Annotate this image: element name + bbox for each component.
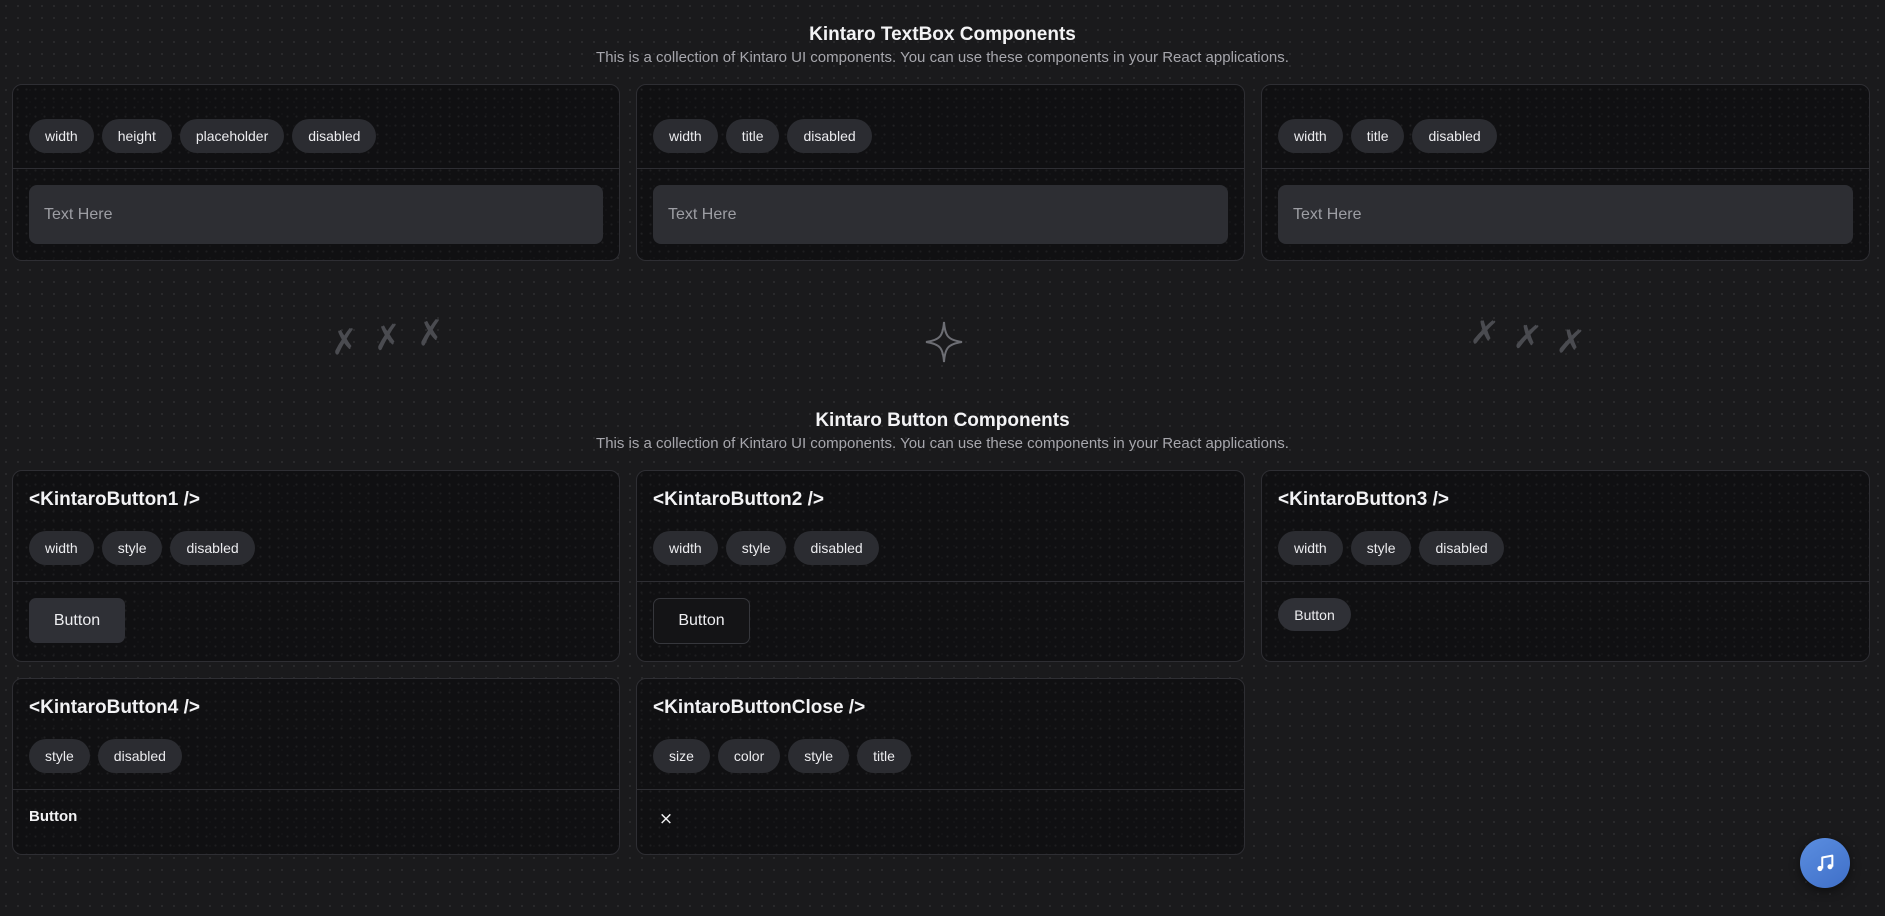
textbox-card-2: width title disabled — [636, 84, 1245, 261]
prop-chip-width[interactable]: width — [1278, 119, 1343, 153]
prop-chips: width style disabled — [29, 531, 255, 565]
prop-chip-style[interactable]: style — [1350, 531, 1412, 565]
prop-chip-style[interactable]: style — [101, 531, 163, 565]
card-preview-area — [13, 169, 619, 260]
textbox-card-3: width title disabled — [1261, 84, 1870, 261]
music-note-icon — [1817, 854, 1834, 872]
sparkle-star-icon — [925, 321, 963, 363]
kintaro-close-button[interactable]: × — [657, 810, 675, 828]
kintaro-button-2[interactable]: Button — [653, 598, 750, 644]
prop-chips: width height placeholder disabled — [29, 119, 377, 153]
prop-chip-placeholder[interactable]: placeholder — [179, 119, 285, 153]
prop-chips: width title disabled — [653, 119, 872, 153]
button-card-4: <KintaroButton4 /> style disabled Button — [12, 678, 620, 855]
prop-chip-disabled[interactable]: disabled — [170, 531, 255, 565]
prop-chip-disabled[interactable]: disabled — [787, 119, 872, 153]
kintaro-button-4[interactable]: Button — [29, 808, 77, 825]
prop-chip-width[interactable]: width — [653, 531, 718, 565]
prop-chips: width style disabled — [653, 531, 879, 565]
button-card-3: <KintaroButton3 /> width style disabled … — [1261, 470, 1870, 662]
section-divider: ✗ ✗ ✗ ✗ ✗ ✗ — [0, 310, 1885, 370]
kintaro-button-3[interactable]: Button — [1278, 598, 1351, 631]
prop-chip-disabled[interactable]: disabled — [97, 739, 182, 773]
button-section-subtitle: This is a collection of Kintaro UI compo… — [596, 435, 1289, 452]
card-preview-area — [1262, 169, 1869, 260]
prop-chip-style[interactable]: style — [29, 739, 90, 773]
prop-chip-width[interactable]: width — [29, 531, 94, 565]
prop-chip-color[interactable]: color — [717, 739, 781, 773]
component-name: <KintaroButton3 /> — [1278, 489, 1450, 510]
prop-chips: style disabled — [29, 739, 182, 773]
prop-chip-disabled[interactable]: disabled — [1412, 119, 1497, 153]
prop-chip-width[interactable]: width — [29, 119, 94, 153]
music-button[interactable] — [1800, 838, 1850, 888]
button-card-close: <KintaroButtonClose /> size color style … — [636, 678, 1245, 855]
prop-chip-style[interactable]: style — [725, 531, 787, 565]
prop-chip-disabled[interactable]: disabled — [292, 119, 377, 153]
button-section-title: Kintaro Button Components — [815, 410, 1070, 431]
card-preview-area: Button — [637, 582, 1244, 661]
component-name: <KintaroButton4 /> — [29, 697, 201, 718]
button-card-1: <KintaroButton1 /> width style disabled … — [12, 470, 620, 662]
textbox-card-1: width height placeholder disabled — [12, 84, 620, 261]
prop-chip-disabled[interactable]: disabled — [1419, 531, 1504, 565]
card-props-area: <KintaroButton4 /> style disabled — [13, 679, 619, 790]
card-preview-area: Button — [13, 582, 619, 661]
prop-chip-height[interactable]: height — [101, 119, 172, 153]
button-card-2: <KintaroButton2 /> width style disabled … — [636, 470, 1245, 662]
textbox-section-header: Kintaro TextBox Components This is a col… — [0, 23, 1885, 68]
card-props-area: <KintaroButtonClose /> size color style … — [637, 679, 1244, 790]
text-input[interactable] — [653, 185, 1228, 244]
card-props-area: width title disabled — [1262, 85, 1869, 169]
prop-chip-title[interactable]: title — [1350, 119, 1405, 153]
text-input[interactable] — [29, 185, 603, 244]
textbox-section-subtitle: This is a collection of Kintaro UI compo… — [596, 49, 1289, 66]
textbox-section-title: Kintaro TextBox Components — [809, 24, 1076, 45]
card-props-area: <KintaroButton2 /> width style disabled — [637, 471, 1244, 582]
prop-chips: width style disabled — [1278, 531, 1504, 565]
component-name: <KintaroButton2 /> — [653, 489, 825, 510]
prop-chip-title[interactable]: title — [725, 119, 780, 153]
card-props-area: width title disabled — [637, 85, 1244, 169]
component-name: <KintaroButtonClose /> — [653, 697, 866, 718]
card-props-area: <KintaroButton1 /> width style disabled — [13, 471, 619, 582]
prop-chip-style[interactable]: style — [788, 739, 850, 773]
text-input[interactable] — [1278, 185, 1853, 244]
kintaro-button-1[interactable]: Button — [29, 598, 125, 643]
prop-chips: width title disabled — [1278, 119, 1497, 153]
card-props-area: width height placeholder disabled — [13, 85, 619, 169]
card-preview-area: Button — [13, 790, 619, 854]
prop-chip-title[interactable]: title — [857, 739, 911, 773]
card-preview-area — [637, 169, 1244, 260]
component-name: <KintaroButton1 /> — [29, 489, 201, 510]
card-preview-area: Button — [1262, 582, 1869, 661]
button-section-header: Kintaro Button Components This is a coll… — [0, 409, 1885, 454]
prop-chip-width[interactable]: width — [653, 119, 718, 153]
prop-chip-width[interactable]: width — [1278, 531, 1343, 565]
prop-chips: size color style title — [653, 739, 911, 773]
prop-chip-size[interactable]: size — [653, 739, 710, 773]
card-props-area: <KintaroButton3 /> width style disabled — [1262, 471, 1869, 582]
prop-chip-disabled[interactable]: disabled — [794, 531, 879, 565]
card-preview-area: × — [637, 790, 1244, 854]
